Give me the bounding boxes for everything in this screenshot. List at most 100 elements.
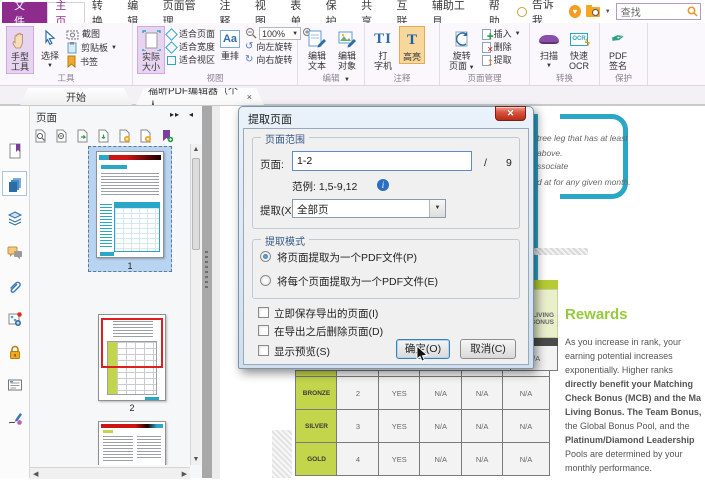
edit-text-label: 编辑	[308, 51, 326, 61]
zoom-out-icon[interactable]	[245, 27, 258, 40]
scroll-left-icon[interactable]: ◀	[33, 470, 38, 478]
page-2-thumbnail[interactable]	[98, 314, 166, 401]
heart-icon[interactable]: ♥	[569, 5, 582, 18]
group-label-protect: 保护	[600, 72, 647, 84]
tab-document[interactable]: 福昕PDF编辑器（个人... ×	[136, 88, 264, 105]
ranks-table: BRONZE 2 YES N/A N/A N/A SILVER 3 YES N/…	[295, 370, 550, 476]
panel-splitter[interactable]	[202, 105, 212, 478]
table-cell: N/A	[502, 410, 550, 443]
menu-tab-accessibility[interactable]: 辅助工具	[425, 2, 482, 23]
extract-mode-select[interactable]: 全部页 ▼	[292, 199, 446, 218]
menu-tab-comment[interactable]: 注释	[212, 2, 247, 23]
scan-button[interactable]: 扫描 ▼	[536, 26, 562, 72]
reflow-button[interactable]: Aa 重排	[217, 26, 243, 62]
zoom-level-select[interactable]: 100%▼	[259, 27, 301, 40]
edit-text-label2: 文本	[308, 61, 326, 71]
comments-panel-icon[interactable]	[2, 240, 27, 265]
menu-tab-page-organize[interactable]: 页面管理	[156, 2, 213, 23]
digital-signature-panel-icon[interactable]	[2, 405, 27, 430]
add-pages-tool-icon[interactable]	[118, 129, 131, 143]
insert-page-icon: ✚	[482, 29, 491, 40]
checkbox-save-immediately[interactable]	[258, 307, 269, 318]
menu-tab-share[interactable]: 共享	[354, 2, 389, 23]
menu-tab-form[interactable]: 表单	[283, 2, 318, 23]
folder-search-icon[interactable]	[586, 7, 600, 17]
security-panel-icon[interactable]	[2, 339, 27, 364]
menu-tab-edit[interactable]: 编辑	[120, 2, 155, 23]
info-icon[interactable]: i	[377, 179, 389, 191]
dialog-close-button[interactable]: ✕	[495, 106, 526, 121]
radio-each-pdf[interactable]	[260, 275, 271, 286]
cancel-button[interactable]: 取消(C)	[460, 339, 516, 359]
select-tool-button[interactable]: 选择 ▼	[38, 26, 62, 72]
chevron-down-icon[interactable]: ▼	[429, 200, 445, 217]
menu-tab-convert[interactable]: 转换	[85, 2, 120, 23]
quick-ocr-button[interactable]: OCRϟ 快速 OCR	[566, 26, 592, 72]
menu-tab-connect[interactable]: 互联	[389, 2, 424, 23]
lightbulb-icon	[517, 7, 527, 17]
edit-object-icon	[337, 27, 357, 51]
chevron-down-icon: ▼	[467, 65, 475, 71]
highlight-button[interactable]: T 高亮	[399, 26, 425, 64]
table-cell: N/A	[419, 377, 462, 410]
tab-start[interactable]: 开始	[20, 88, 132, 105]
bookmark-settings-tool-icon[interactable]	[160, 129, 173, 143]
zoom-in-thumbnails-icon[interactable]	[34, 129, 47, 143]
fit-visible-button[interactable]: 适合视区	[167, 54, 215, 66]
close-tab-icon[interactable]: ×	[247, 92, 252, 102]
scan-label: 扫描	[540, 51, 558, 61]
fit-page-button[interactable]: 适合页面	[167, 28, 215, 40]
menu-tab-view[interactable]: 视图	[248, 2, 283, 23]
rank-cell: GOLD	[295, 443, 338, 476]
search-input[interactable]: 查找	[616, 3, 701, 20]
collapse-panel-icon[interactable]: ◂	[189, 110, 194, 119]
scrollbar-thumb[interactable]	[192, 158, 200, 250]
dialog-title: 提取页面	[248, 111, 292, 127]
typewriter-button[interactable]: TI 打 字机	[371, 26, 395, 72]
clipboard-button[interactable]: 剪贴板▼	[66, 41, 117, 54]
extract-pages-dialog: 提取页面 ✕ 页面范围 页面: 1-2 / 9 范例: 1,5-9,12 i 提…	[238, 106, 534, 369]
delete-pages-tool-icon[interactable]	[139, 129, 152, 143]
edit-text-button[interactable]: 编辑 文本	[304, 26, 330, 72]
attachments-panel-icon[interactable]	[2, 274, 27, 299]
red-annotation-rectangle[interactable]	[101, 318, 163, 368]
fit-width-button[interactable]: 适合宽度	[167, 41, 215, 53]
pages-panel-icon[interactable]	[2, 171, 27, 196]
scroll-up-icon[interactable]: ▲	[191, 146, 201, 153]
page-3-thumbnail[interactable]	[98, 421, 166, 465]
rotate-pages-button[interactable]: 旋转 页面 ▼	[446, 26, 478, 74]
snapshot-button[interactable]: 截图	[66, 28, 117, 40]
page-1-thumbnail[interactable]	[96, 151, 164, 258]
pdf-sign-button[interactable]: ✒ PDF 签名	[606, 26, 630, 72]
thumbnail-horizontal-scrollbar[interactable]: ◀ ▶	[30, 467, 190, 479]
extract-pages-button[interactable]: ↥提取	[482, 54, 521, 66]
extract-page-tool-icon[interactable]	[76, 129, 89, 143]
menu-tab-home[interactable]: 主页	[47, 2, 84, 23]
zoom-out-thumbnails-icon[interactable]	[55, 129, 68, 143]
fields-panel-icon[interactable]	[2, 372, 27, 397]
layers-panel-icon[interactable]	[2, 206, 27, 231]
page-range-input[interactable]: 1-2	[292, 151, 472, 171]
search-icon[interactable]	[687, 6, 698, 17]
menu-tab-protect[interactable]: 保护	[319, 2, 354, 23]
bookmark-button[interactable]: 书签	[66, 55, 117, 68]
destinations-panel-icon[interactable]	[2, 306, 27, 331]
bookmarks-panel-icon[interactable]	[2, 138, 27, 163]
insert-page-tool-icon[interactable]	[97, 129, 110, 143]
insert-pages-button[interactable]: ✚插入▼	[482, 28, 521, 40]
expand-panel-icon[interactable]: ▸▸	[170, 110, 180, 119]
actual-size-button[interactable]: 实际 大小	[137, 26, 165, 74]
scroll-right-icon[interactable]: ▶	[182, 470, 187, 478]
delete-pages-button[interactable]: ✕删除	[482, 41, 521, 53]
checkbox-delete-after[interactable]	[258, 325, 269, 336]
hand-tool-button[interactable]: 手型 工具	[6, 26, 34, 74]
chevron-down-icon[interactable]: ▼	[605, 9, 611, 15]
slash-separator: /	[484, 157, 487, 169]
file-menu-button[interactable]: 文件	[2, 2, 47, 23]
radio-one-pdf[interactable]	[260, 251, 271, 262]
checkbox-show-preview[interactable]	[258, 345, 269, 356]
thumbnail-vertical-scrollbar[interactable]: ▲ ▼	[190, 144, 201, 465]
menu-tab-help[interactable]: 帮助	[482, 2, 517, 23]
table-row: SILVER 3 YES N/A N/A N/A	[295, 410, 550, 443]
scroll-down-icon[interactable]: ▼	[191, 456, 201, 463]
